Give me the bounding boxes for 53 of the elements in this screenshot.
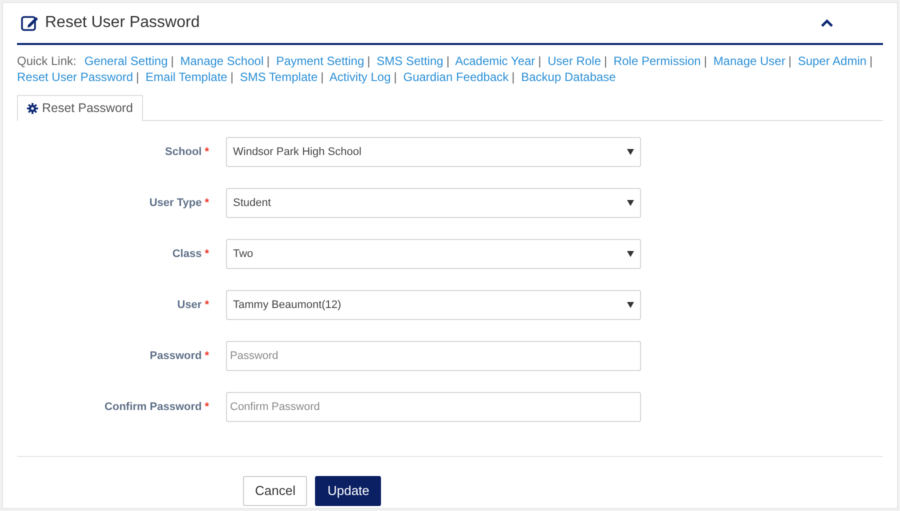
quick-link[interactable]: SMS Template: [240, 70, 318, 84]
quick-link[interactable]: General Setting: [84, 54, 168, 68]
field-label: Password *: [148, 348, 210, 364]
edit-icon: [21, 15, 39, 31]
link-separator: |: [788, 54, 792, 68]
select-field[interactable]: Two: [226, 239, 641, 269]
quick-link[interactable]: Academic Year: [455, 54, 536, 68]
update-button[interactable]: Update: [315, 476, 382, 506]
link-separator: |: [704, 54, 707, 68]
link-separator: |: [446, 54, 450, 68]
gear-icon: [27, 103, 38, 114]
link-separator: |: [512, 70, 515, 84]
link-separator: |: [266, 54, 270, 68]
tab[interactable]: Reset Password: [17, 95, 144, 121]
quick-link-label: Quick Link:: [17, 54, 76, 68]
quick-link[interactable]: Reset User Password: [17, 70, 134, 84]
select-field[interactable]: Student: [226, 188, 641, 218]
caret-down-icon: [627, 200, 634, 206]
quick-link[interactable]: Payment Setting: [276, 54, 364, 68]
quick-link[interactable]: Activity Log: [329, 70, 391, 84]
link-separator: |: [538, 54, 542, 68]
link-separator: |: [136, 70, 140, 84]
chevron-up-icon[interactable]: [821, 19, 833, 27]
link-separator: |: [230, 70, 234, 84]
field-label: Class *: [171, 246, 210, 262]
field-label: User Type *: [148, 196, 210, 211]
quick-link[interactable]: Email Template: [146, 70, 228, 84]
panel-title: Reset User Password: [45, 13, 200, 33]
field-label: User *: [176, 298, 210, 313]
input-field[interactable]: Password: [226, 341, 641, 371]
quick-link[interactable]: Manage User: [713, 54, 786, 68]
quick-link[interactable]: SMS Setting: [376, 54, 444, 68]
link-separator: |: [320, 70, 324, 84]
quick-link[interactable]: Guardian Feedback: [403, 70, 509, 84]
link-separator: |: [394, 70, 397, 84]
caret-down-icon: [627, 251, 634, 257]
quick-link[interactable]: User Role: [548, 54, 601, 68]
field-label: School *: [164, 144, 210, 160]
input-field[interactable]: Confirm Password: [226, 392, 641, 422]
caret-down-icon: [627, 149, 634, 155]
link-separator: |: [604, 54, 608, 68]
caret-down-icon: [627, 302, 634, 308]
link-separator: |: [170, 54, 174, 68]
select-field[interactable]: Tammy Beaumont(12): [226, 290, 641, 320]
select-field[interactable]: Windsor Park High School: [226, 137, 641, 167]
quick-link[interactable]: Manage School: [180, 54, 264, 68]
quick-link[interactable]: Role Permission: [613, 54, 701, 68]
link-separator: |: [870, 54, 873, 68]
quick-link[interactable]: Super Admin: [798, 54, 867, 68]
cancel-button[interactable]: Cancel: [243, 476, 308, 506]
link-separator: |: [367, 54, 370, 68]
field-label: Confirm Password *: [104, 400, 210, 415]
quick-link[interactable]: Backup Database: [521, 70, 616, 84]
